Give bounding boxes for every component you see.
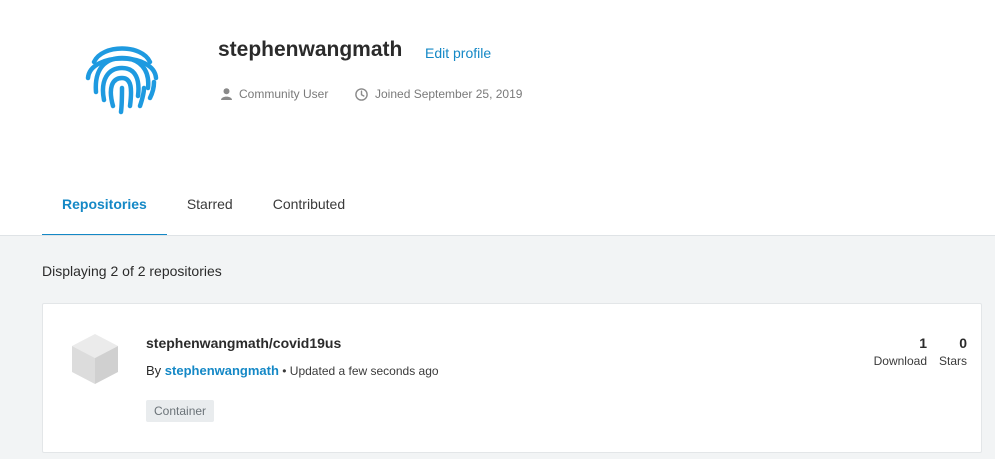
profile-username: stephenwangmath (218, 38, 403, 61)
repositories-panel: Displaying 2 of 2 repositories stephenwa… (0, 236, 995, 459)
repo-type-badge: Container (146, 400, 215, 422)
user-icon (221, 88, 232, 100)
repo-updated: • Updated a few seconds ago (278, 364, 439, 378)
repo-byline: By stephenwangmath • Updated a few secon… (146, 363, 439, 378)
repo-card[interactable]: stephenwangmath/covid19us By stephenwang… (42, 303, 982, 453)
profile-joined-label: Joined September 25, 2019 (375, 87, 523, 101)
profile-role-label: Community User (239, 87, 329, 101)
profile-tabs: Repositories Starred Contributed (42, 180, 365, 236)
cube-icon (72, 334, 118, 384)
profile-joined: Joined September 25, 2019 (355, 87, 522, 101)
repo-downloads-label: Download (873, 354, 927, 368)
repo-by-label: By (146, 363, 162, 378)
repo-stars: 0 Stars (939, 335, 967, 368)
repo-downloads-count: 1 (919, 335, 927, 351)
repo-downloads: 1 Download (874, 335, 927, 368)
profile-role: Community User (221, 87, 328, 101)
repo-stars-label: Stars (938, 354, 967, 368)
repo-owner-link[interactable]: stephenwangmath (165, 363, 279, 378)
profile-header: stephenwangmath Edit profile Community U… (0, 0, 995, 236)
repo-stars-count: 0 (959, 335, 967, 351)
repo-name[interactable]: stephenwangmath/covid19us (146, 335, 341, 351)
tab-contributed[interactable]: Contributed (253, 180, 365, 236)
fingerprint-icon (85, 46, 159, 115)
clock-icon (355, 87, 368, 101)
tab-repositories[interactable]: Repositories (42, 180, 167, 236)
repo-count: Displaying 2 of 2 repositories (42, 263, 222, 279)
tab-starred[interactable]: Starred (167, 180, 253, 236)
edit-profile-link[interactable]: Edit profile (425, 45, 491, 61)
